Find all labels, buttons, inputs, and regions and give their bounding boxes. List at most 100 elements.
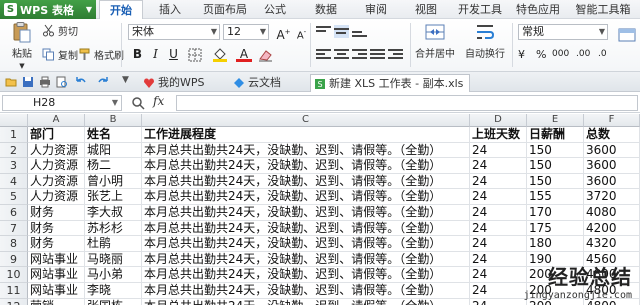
table-cell[interactable]: 24	[470, 283, 527, 299]
table-cell[interactable]: 网站事业	[28, 267, 85, 283]
align-middle-icon[interactable]	[334, 25, 349, 38]
table-cell[interactable]: 24	[470, 142, 527, 159]
table-cell[interactable]: 150	[527, 173, 584, 190]
row-header[interactable]: 11	[0, 283, 28, 299]
copy-button[interactable]: 复制	[42, 47, 78, 62]
redo-icon[interactable]	[98, 76, 110, 88]
tab-review[interactable]: 审阅	[360, 0, 392, 19]
tab-formulas[interactable]: 公式	[259, 0, 291, 19]
tab-view[interactable]: 视图	[410, 0, 442, 19]
column-header-e[interactable]: E	[527, 114, 584, 127]
tab-home[interactable]: 开始	[99, 0, 143, 19]
table-cell[interactable]: 150	[527, 158, 584, 174]
table-cell[interactable]: 150	[527, 142, 584, 159]
table-cell[interactable]: 24	[470, 173, 527, 190]
insert-function-button[interactable]: fx	[153, 94, 164, 108]
table-cell[interactable]: 财务	[28, 220, 85, 237]
zoom-search-icon[interactable]	[131, 96, 145, 110]
row-header[interactable]: 12	[0, 298, 28, 305]
column-header-b[interactable]: B	[85, 114, 142, 127]
increase-decimal-button[interactable]: .00	[576, 49, 590, 59]
decrease-decimal-button[interactable]: .0	[598, 49, 607, 59]
align-center-icon[interactable]	[334, 48, 349, 61]
table-cell[interactable]: 人力资源	[28, 158, 85, 174]
underline-button[interactable]: U	[166, 47, 181, 62]
table-cell[interactable]: 本月总共出勤共24天，没缺勤、迟到、请假等。（全勤）	[142, 205, 470, 221]
table-cell[interactable]: 本月总共出勤共24天，没缺勤、迟到、请假等。（全勤）	[142, 189, 470, 205]
column-title-cell[interactable]: 姓名	[85, 127, 142, 143]
print-preview-icon[interactable]	[56, 76, 68, 88]
tab-spreadsheet[interactable]: S 新建 XLS 工作表 - 副本.xls *	[310, 74, 470, 107]
tab-my-wps[interactable]: 我的WPS	[140, 74, 228, 92]
table-cell[interactable]: 李晓	[85, 283, 142, 299]
table-cell[interactable]: 本月总共出勤共24天，没缺勤、迟到、请假等。（全勤）	[142, 283, 470, 299]
justify-icon[interactable]	[370, 48, 385, 61]
table-cell[interactable]: 4080	[584, 205, 640, 221]
table-cell[interactable]: 张艺上	[85, 189, 142, 205]
percent-format-button[interactable]: %	[536, 48, 546, 61]
borders-icon[interactable]	[188, 48, 203, 62]
table-cell[interactable]: 马小弟	[85, 267, 142, 283]
table-cell[interactable]: 财务	[28, 236, 85, 252]
clear-format-icon[interactable]	[258, 48, 273, 62]
row-header[interactable]: 9	[0, 251, 28, 268]
table-cell[interactable]: 170	[527, 205, 584, 221]
table-cell[interactable]: 24	[470, 298, 527, 305]
table-cell[interactable]: 网站事业	[28, 283, 85, 299]
currency-format-button[interactable]: ¥	[518, 48, 525, 61]
table-cell[interactable]: 3720	[584, 189, 640, 205]
table-cell[interactable]: 人力资源	[28, 142, 85, 159]
name-box[interactable]: H28 ▼	[2, 95, 122, 111]
format-painter-button[interactable]: 格式刷	[78, 47, 124, 62]
column-title-cell[interactable]: 工作进展程度	[142, 127, 470, 143]
table-cell[interactable]: 24	[470, 220, 527, 237]
table-cell[interactable]: 4320	[584, 236, 640, 252]
print-icon[interactable]	[39, 76, 51, 88]
table-cell[interactable]: 人力资源	[28, 173, 85, 190]
table-cell[interactable]: 本月总共出勤共24天，没缺勤、迟到、请假等。（全勤）	[142, 236, 470, 252]
column-title-cell[interactable]: 部门	[28, 127, 85, 143]
row-header[interactable]: 7	[0, 220, 28, 237]
table-cell[interactable]: 3600	[584, 158, 640, 174]
merge-center-button[interactable]: 合并居中	[412, 21, 458, 60]
number-format-select[interactable]: 常规 ▼	[518, 24, 608, 40]
tab-developer[interactable]: 开发工具	[452, 0, 508, 19]
table-cell[interactable]: 24	[470, 251, 527, 268]
align-left-icon[interactable]	[316, 48, 331, 61]
open-folder-icon[interactable]	[5, 76, 17, 88]
table-cell[interactable]: 180	[527, 236, 584, 252]
formula-input[interactable]	[176, 95, 638, 111]
save-icon[interactable]	[22, 76, 34, 88]
table-cell[interactable]: 24	[470, 236, 527, 252]
wrap-text-button[interactable]: 自动换行	[462, 21, 508, 60]
row-header[interactable]: 2	[0, 142, 28, 159]
table-cell[interactable]: 张国栋	[85, 298, 142, 305]
row-header[interactable]: 8	[0, 236, 28, 252]
table-cell[interactable]: 本月总共出勤共24天，没缺勤、迟到、请假等。（全勤）	[142, 251, 470, 268]
table-cell[interactable]: 营销	[28, 298, 85, 305]
tab-insert[interactable]: 插入	[152, 0, 188, 19]
table-style-icon[interactable]	[618, 27, 636, 63]
table-cell[interactable]: 3600	[584, 173, 640, 190]
paste-button[interactable]: 粘贴 ▼	[8, 21, 36, 71]
table-cell[interactable]: 杨二	[85, 158, 142, 174]
app-menu-button[interactable]: S WPS 表格 ▼	[0, 0, 96, 19]
table-cell[interactable]: 本月总共出勤共24天，没缺勤、迟到、请假等。（全勤）	[142, 142, 470, 159]
table-cell[interactable]: 24	[470, 158, 527, 174]
column-title-cell[interactable]: 日薪酬	[527, 127, 584, 143]
table-cell[interactable]: 24	[470, 189, 527, 205]
table-cell[interactable]: 杜鹃	[85, 236, 142, 252]
table-cell[interactable]: 人力资源	[28, 189, 85, 205]
row-header[interactable]: 10	[0, 267, 28, 283]
table-cell[interactable]: 24	[470, 267, 527, 283]
font-color-button[interactable]: A	[236, 47, 252, 63]
tab-smart-toolbox[interactable]: 智能工具箱	[567, 0, 639, 19]
italic-button[interactable]: I	[148, 47, 163, 62]
thousands-separator-button[interactable]: 000	[552, 49, 569, 59]
cut-button[interactable]: 剪切	[42, 23, 78, 38]
tab-special[interactable]: 特色应用	[510, 0, 566, 19]
table-cell[interactable]: 24	[470, 205, 527, 221]
row-header[interactable]: 4	[0, 173, 28, 190]
tab-page-layout[interactable]: 页面布局	[197, 0, 253, 19]
align-right-icon[interactable]	[352, 48, 367, 61]
